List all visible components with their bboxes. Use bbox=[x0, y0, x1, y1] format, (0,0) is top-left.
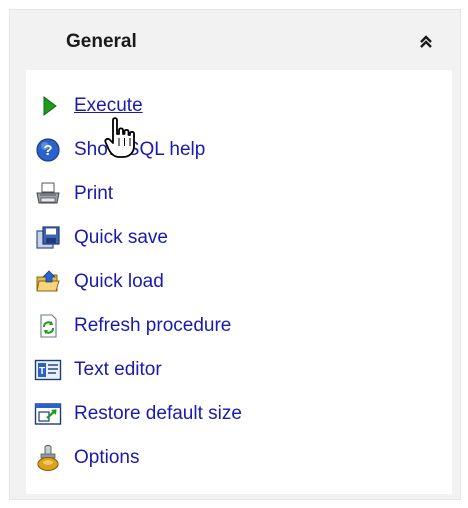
svg-text:?: ? bbox=[43, 142, 52, 159]
options-label: Options bbox=[74, 447, 140, 468]
load-icon bbox=[34, 268, 62, 296]
refresh-procedure-label: Refresh procedure bbox=[74, 315, 232, 336]
restore-default-size-label: Restore default size bbox=[74, 403, 242, 424]
show-sql-help-link[interactable]: ? Show SQL help bbox=[34, 135, 205, 165]
text-editor-icon: T bbox=[34, 356, 62, 384]
show-sql-help-label: Show SQL help bbox=[74, 139, 206, 160]
panel-body: Execute ? Show SQL help Print Quick save… bbox=[26, 70, 452, 494]
options-icon bbox=[34, 444, 62, 472]
restore-size-icon bbox=[34, 400, 62, 428]
panel-header[interactable]: General bbox=[26, 14, 452, 70]
collapse-button[interactable] bbox=[416, 32, 436, 52]
printer-icon bbox=[34, 180, 62, 208]
execute-label: Execute bbox=[74, 95, 143, 116]
refresh-icon bbox=[34, 312, 62, 340]
chevron-double-up-icon bbox=[420, 35, 432, 48]
panel-title: General bbox=[66, 31, 137, 52]
execute-link[interactable]: Execute bbox=[34, 91, 143, 121]
quick-save-link[interactable]: Quick save bbox=[34, 223, 168, 253]
quick-load-label: Quick load bbox=[74, 271, 164, 292]
print-label: Print bbox=[74, 183, 114, 204]
play-icon bbox=[34, 92, 62, 120]
refresh-procedure-link[interactable]: Refresh procedure bbox=[34, 311, 231, 341]
text-editor-link[interactable]: T Text editor bbox=[34, 355, 162, 385]
save-icon bbox=[34, 224, 62, 252]
quick-load-link[interactable]: Quick load bbox=[34, 267, 164, 297]
help-icon: ? bbox=[34, 136, 62, 164]
restore-default-size-link[interactable]: Restore default size bbox=[34, 399, 242, 429]
print-link[interactable]: Print bbox=[34, 179, 113, 209]
options-link[interactable]: Options bbox=[34, 443, 139, 473]
quick-save-label: Quick save bbox=[74, 227, 168, 248]
text-editor-label: Text editor bbox=[74, 359, 162, 380]
svg-text:T: T bbox=[39, 366, 45, 377]
